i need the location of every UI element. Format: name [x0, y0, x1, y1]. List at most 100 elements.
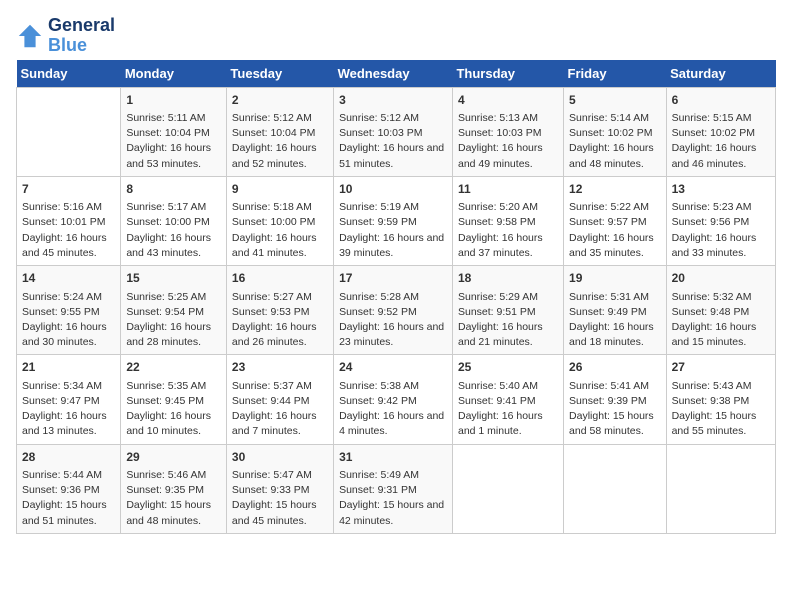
calendar-cell: 27 Sunrise: 5:43 AMSunset: 9:38 PMDaylig… [666, 355, 775, 444]
day-number: 9 [232, 181, 328, 198]
calendar-cell: 19 Sunrise: 5:31 AMSunset: 9:49 PMDaylig… [564, 266, 667, 355]
calendar-cell: 2 Sunrise: 5:12 AMSunset: 10:04 PMDaylig… [226, 87, 333, 176]
day-number: 16 [232, 270, 328, 287]
calendar-cell [452, 444, 563, 533]
calendar-week-3: 14 Sunrise: 5:24 AMSunset: 9:55 PMDaylig… [17, 266, 776, 355]
day-info: Sunrise: 5:16 AMSunset: 10:01 PMDaylight… [22, 200, 115, 261]
day-number: 17 [339, 270, 447, 287]
calendar-cell: 9 Sunrise: 5:18 AMSunset: 10:00 PMDaylig… [226, 176, 333, 265]
day-info: Sunrise: 5:11 AMSunset: 10:04 PMDaylight… [126, 111, 221, 172]
calendar-week-2: 7 Sunrise: 5:16 AMSunset: 10:01 PMDaylig… [17, 176, 776, 265]
calendar-cell: 7 Sunrise: 5:16 AMSunset: 10:01 PMDaylig… [17, 176, 121, 265]
day-number: 13 [672, 181, 770, 198]
calendar-cell: 17 Sunrise: 5:28 AMSunset: 9:52 PMDaylig… [334, 266, 453, 355]
day-info: Sunrise: 5:13 AMSunset: 10:03 PMDaylight… [458, 111, 558, 172]
day-number: 7 [22, 181, 115, 198]
day-number: 20 [672, 270, 770, 287]
day-number: 8 [126, 181, 221, 198]
calendar-cell: 13 Sunrise: 5:23 AMSunset: 9:56 PMDaylig… [666, 176, 775, 265]
day-number: 26 [569, 359, 661, 376]
calendar-cell: 23 Sunrise: 5:37 AMSunset: 9:44 PMDaylig… [226, 355, 333, 444]
calendar-cell: 3 Sunrise: 5:12 AMSunset: 10:03 PMDaylig… [334, 87, 453, 176]
day-info: Sunrise: 5:37 AMSunset: 9:44 PMDaylight:… [232, 379, 328, 440]
day-number: 12 [569, 181, 661, 198]
calendar-cell: 25 Sunrise: 5:40 AMSunset: 9:41 PMDaylig… [452, 355, 563, 444]
calendar-cell: 16 Sunrise: 5:27 AMSunset: 9:53 PMDaylig… [226, 266, 333, 355]
day-info: Sunrise: 5:38 AMSunset: 9:42 PMDaylight:… [339, 379, 447, 440]
day-info: Sunrise: 5:46 AMSunset: 9:35 PMDaylight:… [126, 468, 221, 529]
calendar-cell [564, 444, 667, 533]
calendar-cell: 12 Sunrise: 5:22 AMSunset: 9:57 PMDaylig… [564, 176, 667, 265]
day-info: Sunrise: 5:34 AMSunset: 9:47 PMDaylight:… [22, 379, 115, 440]
day-info: Sunrise: 5:47 AMSunset: 9:33 PMDaylight:… [232, 468, 328, 529]
day-info: Sunrise: 5:15 AMSunset: 10:02 PMDaylight… [672, 111, 770, 172]
day-info: Sunrise: 5:17 AMSunset: 10:00 PMDaylight… [126, 200, 221, 261]
day-number: 1 [126, 92, 221, 109]
day-number: 15 [126, 270, 221, 287]
day-info: Sunrise: 5:24 AMSunset: 9:55 PMDaylight:… [22, 290, 115, 351]
logo-icon [16, 22, 44, 50]
calendar-cell: 6 Sunrise: 5:15 AMSunset: 10:02 PMDaylig… [666, 87, 775, 176]
calendar-week-1: 1 Sunrise: 5:11 AMSunset: 10:04 PMDaylig… [17, 87, 776, 176]
calendar-cell: 8 Sunrise: 5:17 AMSunset: 10:00 PMDaylig… [121, 176, 227, 265]
day-info: Sunrise: 5:49 AMSunset: 9:31 PMDaylight:… [339, 468, 447, 529]
day-info: Sunrise: 5:12 AMSunset: 10:03 PMDaylight… [339, 111, 447, 172]
day-number: 5 [569, 92, 661, 109]
header-cell-saturday: Saturday [666, 60, 775, 88]
calendar-cell: 29 Sunrise: 5:46 AMSunset: 9:35 PMDaylig… [121, 444, 227, 533]
calendar-cell [666, 444, 775, 533]
day-info: Sunrise: 5:29 AMSunset: 9:51 PMDaylight:… [458, 290, 558, 351]
calendar-cell: 1 Sunrise: 5:11 AMSunset: 10:04 PMDaylig… [121, 87, 227, 176]
logo-text: General Blue [48, 16, 115, 56]
day-info: Sunrise: 5:12 AMSunset: 10:04 PMDaylight… [232, 111, 328, 172]
calendar-cell: 22 Sunrise: 5:35 AMSunset: 9:45 PMDaylig… [121, 355, 227, 444]
day-info: Sunrise: 5:40 AMSunset: 9:41 PMDaylight:… [458, 379, 558, 440]
header-cell-tuesday: Tuesday [226, 60, 333, 88]
calendar-cell: 18 Sunrise: 5:29 AMSunset: 9:51 PMDaylig… [452, 266, 563, 355]
day-info: Sunrise: 5:41 AMSunset: 9:39 PMDaylight:… [569, 379, 661, 440]
header-cell-monday: Monday [121, 60, 227, 88]
calendar-cell: 11 Sunrise: 5:20 AMSunset: 9:58 PMDaylig… [452, 176, 563, 265]
day-info: Sunrise: 5:18 AMSunset: 10:00 PMDaylight… [232, 200, 328, 261]
calendar-cell: 10 Sunrise: 5:19 AMSunset: 9:59 PMDaylig… [334, 176, 453, 265]
day-number: 6 [672, 92, 770, 109]
header-cell-thursday: Thursday [452, 60, 563, 88]
calendar-week-5: 28 Sunrise: 5:44 AMSunset: 9:36 PMDaylig… [17, 444, 776, 533]
day-info: Sunrise: 5:25 AMSunset: 9:54 PMDaylight:… [126, 290, 221, 351]
calendar-cell: 15 Sunrise: 5:25 AMSunset: 9:54 PMDaylig… [121, 266, 227, 355]
day-number: 2 [232, 92, 328, 109]
day-number: 27 [672, 359, 770, 376]
day-number: 11 [458, 181, 558, 198]
logo: General Blue [16, 16, 115, 56]
calendar-week-4: 21 Sunrise: 5:34 AMSunset: 9:47 PMDaylig… [17, 355, 776, 444]
day-info: Sunrise: 5:28 AMSunset: 9:52 PMDaylight:… [339, 290, 447, 351]
calendar-cell: 4 Sunrise: 5:13 AMSunset: 10:03 PMDaylig… [452, 87, 563, 176]
day-number: 14 [22, 270, 115, 287]
header-cell-sunday: Sunday [17, 60, 121, 88]
day-info: Sunrise: 5:27 AMSunset: 9:53 PMDaylight:… [232, 290, 328, 351]
day-info: Sunrise: 5:31 AMSunset: 9:49 PMDaylight:… [569, 290, 661, 351]
day-info: Sunrise: 5:19 AMSunset: 9:59 PMDaylight:… [339, 200, 447, 261]
calendar-cell: 28 Sunrise: 5:44 AMSunset: 9:36 PMDaylig… [17, 444, 121, 533]
day-number: 29 [126, 449, 221, 466]
calendar-cell: 26 Sunrise: 5:41 AMSunset: 9:39 PMDaylig… [564, 355, 667, 444]
day-info: Sunrise: 5:35 AMSunset: 9:45 PMDaylight:… [126, 379, 221, 440]
day-number: 4 [458, 92, 558, 109]
page-header: General Blue [16, 16, 776, 56]
day-info: Sunrise: 5:32 AMSunset: 9:48 PMDaylight:… [672, 290, 770, 351]
calendar-cell: 14 Sunrise: 5:24 AMSunset: 9:55 PMDaylig… [17, 266, 121, 355]
day-number: 21 [22, 359, 115, 376]
calendar-cell: 5 Sunrise: 5:14 AMSunset: 10:02 PMDaylig… [564, 87, 667, 176]
day-number: 18 [458, 270, 558, 287]
day-number: 3 [339, 92, 447, 109]
day-number: 30 [232, 449, 328, 466]
day-number: 28 [22, 449, 115, 466]
calendar-cell: 20 Sunrise: 5:32 AMSunset: 9:48 PMDaylig… [666, 266, 775, 355]
day-info: Sunrise: 5:20 AMSunset: 9:58 PMDaylight:… [458, 200, 558, 261]
calendar-header-row: SundayMondayTuesdayWednesdayThursdayFrid… [17, 60, 776, 88]
calendar-cell: 31 Sunrise: 5:49 AMSunset: 9:31 PMDaylig… [334, 444, 453, 533]
header-cell-friday: Friday [564, 60, 667, 88]
calendar-cell [17, 87, 121, 176]
day-number: 23 [232, 359, 328, 376]
day-info: Sunrise: 5:44 AMSunset: 9:36 PMDaylight:… [22, 468, 115, 529]
